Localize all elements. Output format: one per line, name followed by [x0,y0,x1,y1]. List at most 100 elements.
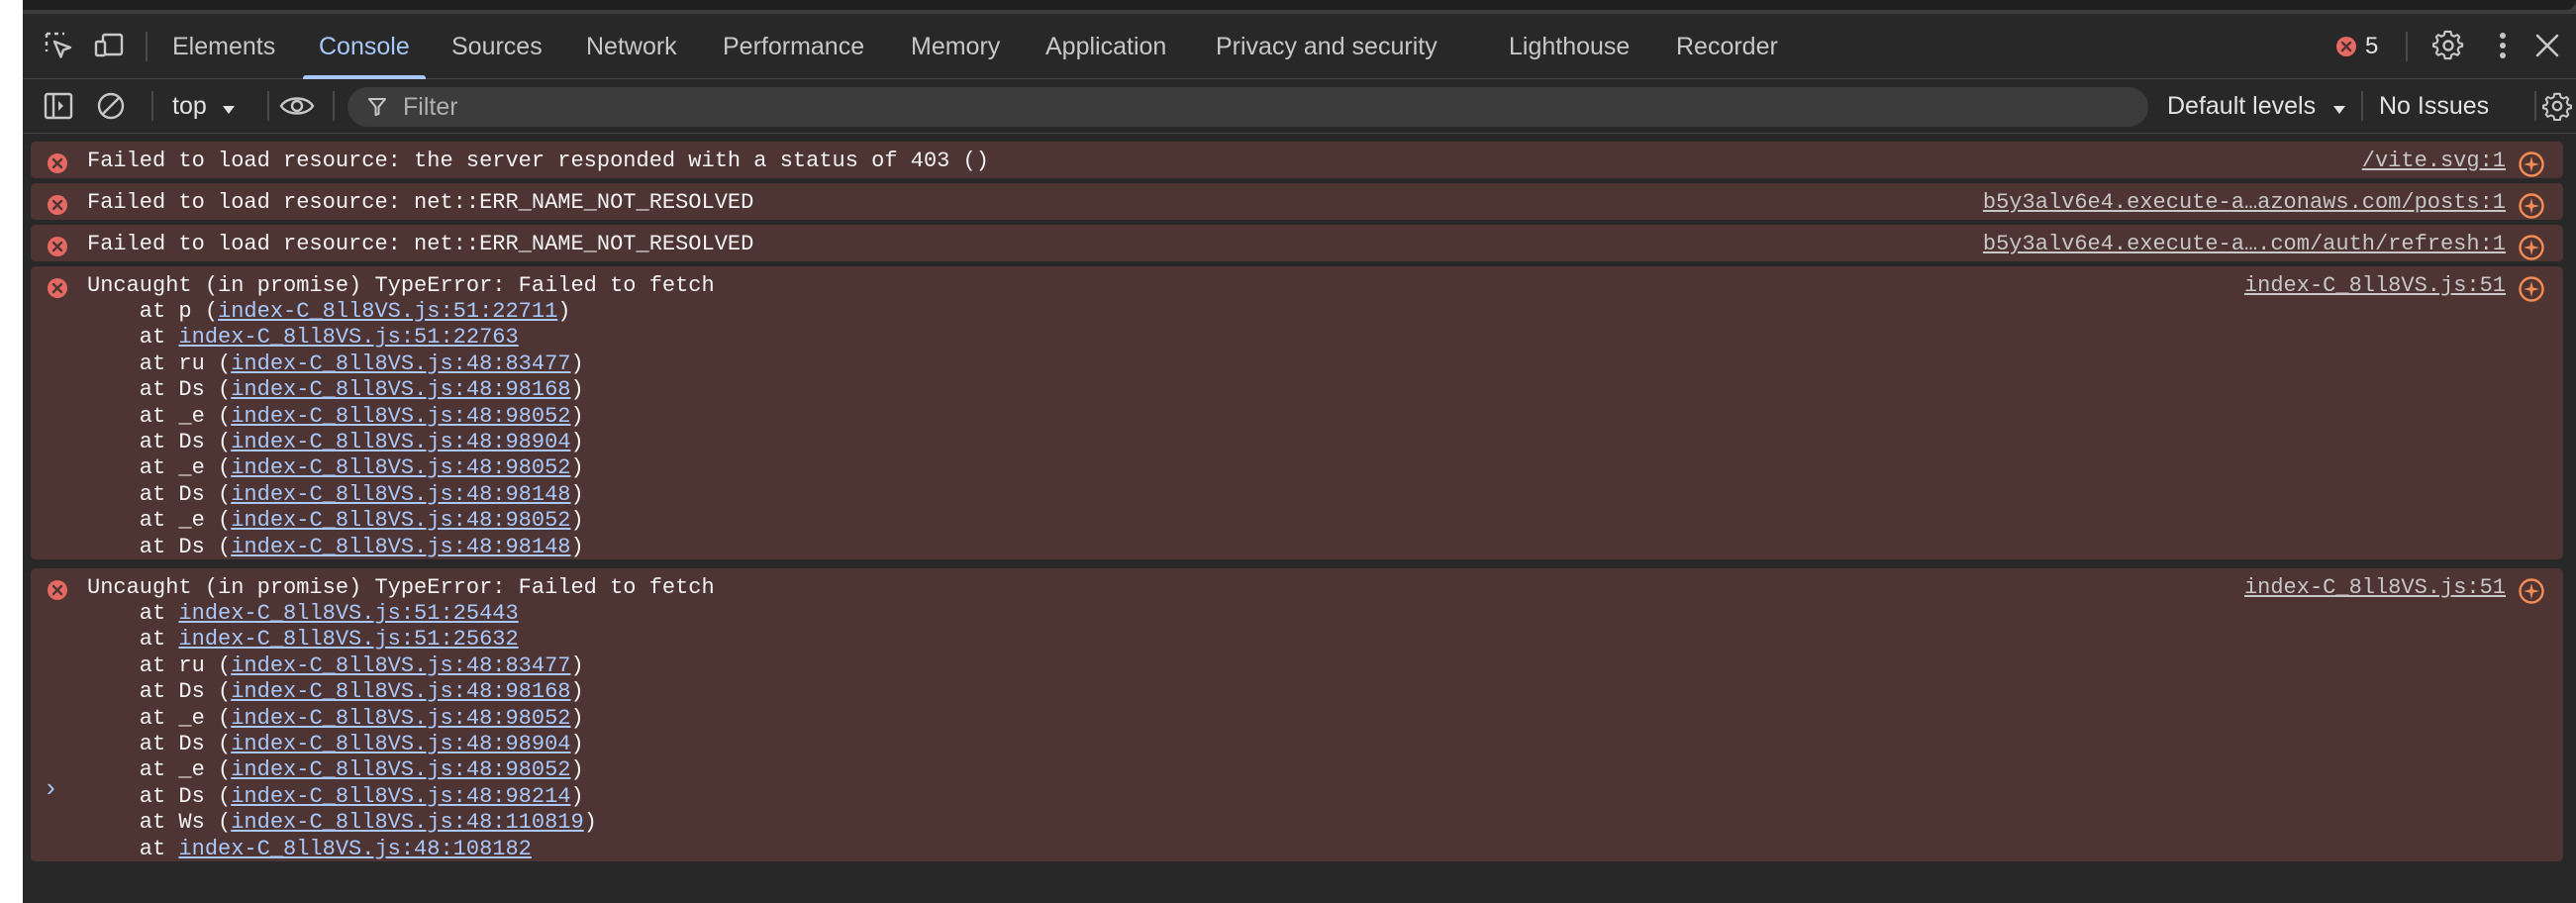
error-icon [48,580,67,600]
stack-frame-link[interactable]: index-C_8ll8VS.js:48:98214 [231,784,570,809]
tab-sources[interactable]: Sources [451,14,543,79]
stack-frame: at _e (index-C_8ll8VS.js:48:98052) [87,705,584,731]
stack-frame: at _e (index-C_8ll8VS.js:48:98052) [87,403,584,429]
source-link[interactable]: index-C_8ll8VS.js:51 [2244,575,2506,601]
stack-trace: at p (index-C_8ll8VS.js:51:22711) at ind… [87,299,584,560]
error-icon [2336,37,2356,56]
stack-frame: at index-C_8ll8VS.js:51:25632 [87,627,519,652]
tab-recorder[interactable]: Recorder [1676,14,1778,79]
devtools-panel: Elements Console Sources Network Perform… [23,14,2576,903]
stack-frame-link[interactable]: index-C_8ll8VS.js:51:22711 [218,299,557,324]
toolbar-divider [267,91,269,121]
source-link[interactable]: /vite.svg:1 [2362,149,2506,174]
ai-explain-icon[interactable] [2518,192,2545,220]
console-prompt[interactable]: › [47,772,55,803]
stack-frame-link[interactable]: index-C_8ll8VS.js:51:25632 [178,627,518,652]
stack-frame: at Ds (index-C_8ll8VS.js:48:98148) [87,534,584,559]
filter-box[interactable] [347,87,2148,127]
tab-privacy-and-security[interactable]: Privacy and security [1216,14,1437,79]
ai-explain-icon[interactable] [2518,234,2545,261]
toolbar-divider [146,32,148,61]
stack-frame-link[interactable]: index-C_8ll8VS.js:48:108182 [178,837,531,861]
stack-frame-link[interactable]: index-C_8ll8VS.js:51:25443 [178,601,518,626]
gear-icon[interactable] [2430,28,2466,63]
stack-frame-link[interactable]: index-C_8ll8VS.js:51:22763 [178,325,518,350]
error-icon [48,278,67,298]
stack-frame: at Ds (index-C_8ll8VS.js:48:98904) [87,731,584,756]
stack-frame-link[interactable]: index-C_8ll8VS.js:48:98052 [231,757,570,782]
toolbar-divider [151,91,153,121]
stack-frame-link[interactable]: index-C_8ll8VS.js:48:98052 [231,706,570,731]
stack-frame: at index-C_8ll8VS.js:48:108182 [87,836,532,861]
console-settings-gear-icon[interactable] [2539,88,2575,124]
stack-frame-link[interactable]: index-C_8ll8VS.js:48:98168 [231,679,570,704]
error-count-badge[interactable]: 5 [2335,14,2378,79]
stack-frame: at ru (index-C_8ll8VS.js:48:83477) [87,351,584,376]
error-text: Failed to load resource: net::ERR_NAME_N… [87,190,754,215]
stack-frame-link[interactable]: index-C_8ll8VS.js:48:110819 [231,810,583,835]
error-text: Failed to load resource: net::ERR_NAME_N… [87,232,754,256]
inspect-element-icon[interactable] [41,28,76,63]
error-text: Failed to load resource: the server resp… [87,149,989,173]
log-levels-dropdown[interactable]: Default levels [2167,79,2346,133]
stack-trace: at index-C_8ll8VS.js:51:25443 at index-C… [87,601,597,862]
console-error-message: Uncaught (in promise) TypeError: Failed … [31,266,2563,559]
stack-frame-link[interactable]: index-C_8ll8VS.js:48:98168 [231,377,570,402]
clear-console-icon[interactable] [93,88,129,124]
tab-performance[interactable]: Performance [723,14,864,79]
stack-frame: at index-C_8ll8VS.js:51:25443 [87,601,519,626]
tab-network[interactable]: Network [586,14,677,79]
console-error-message: Failed to load resource: the server resp… [31,142,2563,178]
stack-frame-link[interactable]: index-C_8ll8VS.js:48:98148 [231,482,570,507]
stack-frame: at Ds (index-C_8ll8VS.js:48:98148) [87,481,584,507]
stack-frame: at Ds (index-C_8ll8VS.js:48:98168) [87,377,584,403]
issues-button[interactable]: No Issues [2379,79,2489,133]
stack-frame-link[interactable]: index-C_8ll8VS.js:48:98148 [231,535,570,559]
stack-frame-link[interactable]: index-C_8ll8VS.js:48:98052 [231,404,570,429]
stack-frame: at _e (index-C_8ll8VS.js:48:98052) [87,455,584,481]
stack-frame: at Ds (index-C_8ll8VS.js:48:98904) [87,429,584,454]
stack-frame-link[interactable]: index-C_8ll8VS.js:48:83477 [231,653,570,678]
stack-frame-link[interactable]: index-C_8ll8VS.js:48:98052 [231,508,570,533]
context-selector[interactable]: top [172,79,236,133]
sidebar-toggle-icon[interactable] [41,88,76,124]
context-label: top [172,92,207,120]
toolbar-divider [2406,32,2408,61]
error-text: Uncaught (in promise) TypeError: Failed … [87,273,715,298]
ai-explain-icon[interactable] [2518,577,2545,605]
stack-frame: at _e (index-C_8ll8VS.js:48:98052) [87,757,584,783]
error-count-label: 5 [2365,33,2379,59]
error-text: Uncaught (in promise) TypeError: Failed … [87,575,715,600]
stack-frame: at Ds (index-C_8ll8VS.js:48:98214) [87,783,584,809]
tab-application[interactable]: Application [1045,14,1166,79]
ai-explain-icon[interactable] [2518,150,2545,178]
stack-frame-link[interactable]: index-C_8ll8VS.js:48:98904 [231,732,570,756]
device-toolbar-icon[interactable] [92,28,128,63]
tab-console[interactable]: Console [303,14,426,79]
toolbar-divider [2361,91,2363,121]
ai-explain-icon[interactable] [2518,275,2545,303]
devtools-tab-bar: Elements Console Sources Network Perform… [23,14,2576,79]
eye-icon[interactable] [277,88,317,124]
tab-memory[interactable]: Memory [911,14,1000,79]
filter-icon [367,97,387,117]
console-error-message: Uncaught (in promise) TypeError: Failed … [31,568,2563,861]
stack-frame-link[interactable]: index-C_8ll8VS.js:48:83477 [231,351,570,376]
source-link[interactable]: index-C_8ll8VS.js:51 [2244,273,2506,299]
source-link[interactable]: b5y3alv6e4.execute-a…azonaws.com/posts:1 [1983,190,2506,216]
console-error-message: Failed to load resource: net::ERR_NAME_N… [31,183,2563,220]
page-edge [0,0,23,903]
error-icon [48,237,67,256]
close-icon[interactable] [2529,28,2565,63]
stack-frame: at Ds (index-C_8ll8VS.js:48:98168) [87,679,584,705]
stack-frame-link[interactable]: index-C_8ll8VS.js:48:98904 [231,430,570,454]
tab-lighthouse[interactable]: Lighthouse [1509,14,1630,79]
error-icon [48,195,67,215]
filter-input[interactable] [401,91,2088,123]
tab-elements[interactable]: Elements [172,14,275,79]
stack-frame-link[interactable]: index-C_8ll8VS.js:48:98052 [231,455,570,480]
error-icon [48,153,67,173]
source-link[interactable]: b5y3alv6e4.execute-a….com/auth/refresh:1 [1983,232,2506,257]
console-error-message: Failed to load resource: net::ERR_NAME_N… [31,225,2563,261]
more-vertical-icon[interactable] [2485,28,2521,63]
